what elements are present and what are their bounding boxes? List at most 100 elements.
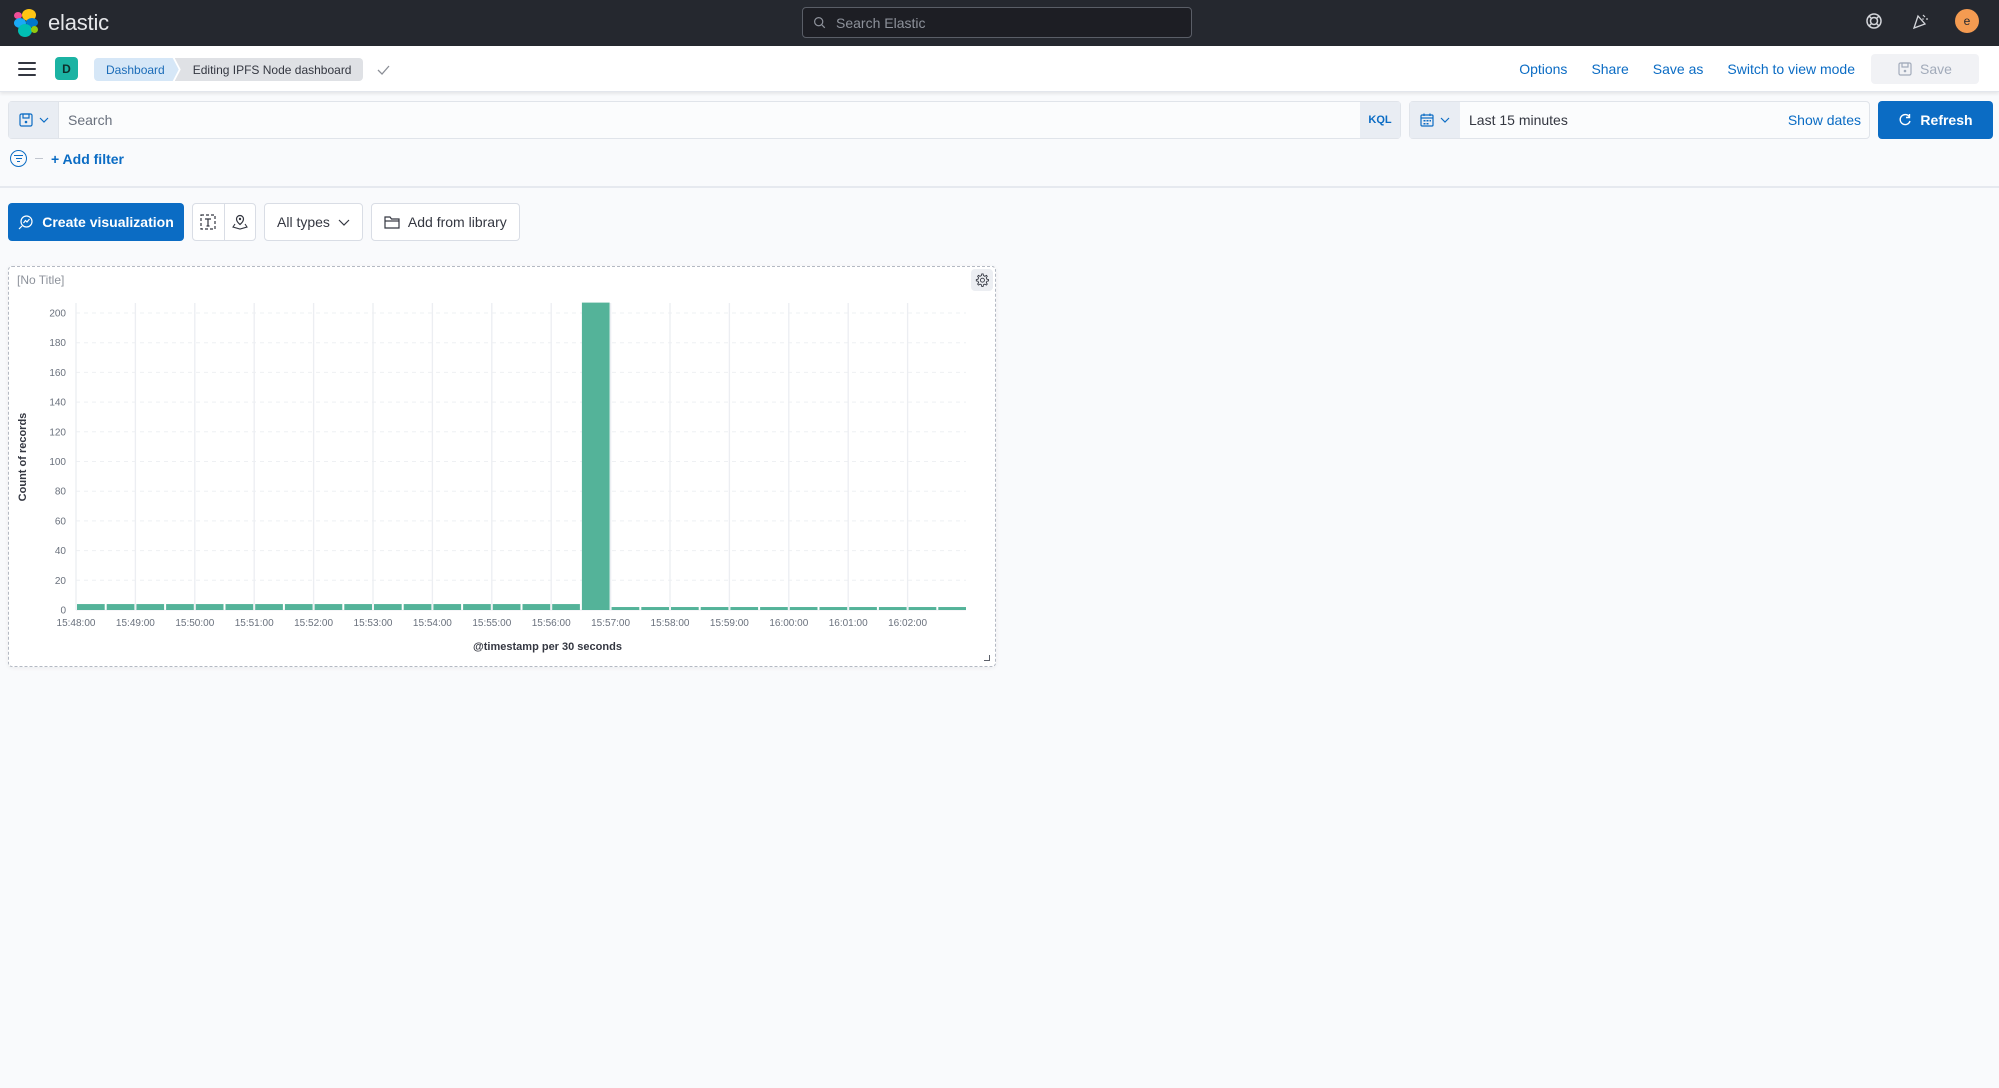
- bar: [195, 604, 224, 610]
- bar: [552, 604, 580, 610]
- global-header: elastic Search Elastic e: [0, 0, 1999, 46]
- y-tick-label: 140: [49, 398, 66, 409]
- bar: [344, 604, 372, 610]
- add-text-button[interactable]: [193, 204, 224, 240]
- bar: [611, 607, 640, 610]
- bar: [819, 607, 848, 610]
- chevron-down-icon: [39, 117, 48, 123]
- x-tick-label: 16:01:00: [829, 618, 868, 629]
- calendar-icon: [1420, 113, 1434, 127]
- y-tick-label: 160: [49, 368, 66, 379]
- folder-icon: [384, 216, 400, 229]
- add-from-library-button[interactable]: Add from library: [370, 203, 520, 241]
- filter-divider: [35, 158, 43, 159]
- x-tick-label: 15:58:00: [651, 618, 690, 629]
- bar: [522, 604, 551, 610]
- gear-icon: [975, 273, 989, 287]
- save-button[interactable]: Save: [1871, 54, 1979, 84]
- create-visualization-label: Create visualization: [42, 214, 174, 230]
- save-icon: [1898, 62, 1912, 76]
- y-tick-label: 20: [55, 576, 67, 587]
- add-map-button[interactable]: [223, 204, 256, 240]
- save-as-button[interactable]: Save as: [1641, 54, 1716, 84]
- x-tick-label: 15:49:00: [116, 618, 155, 629]
- y-tick-label: 100: [49, 457, 66, 468]
- save-label: Save: [1920, 61, 1952, 77]
- map-marker-icon: [231, 214, 248, 230]
- user-avatar[interactable]: e: [1955, 9, 1979, 33]
- x-tick-label: 15:54:00: [413, 618, 452, 629]
- visualize-icon: [18, 215, 33, 230]
- y-tick-label: 120: [49, 427, 66, 438]
- save-icon: [18, 113, 33, 127]
- x-tick-label: 15:52:00: [294, 618, 333, 629]
- x-tick-label: 15:55:00: [472, 618, 511, 629]
- x-tick-label: 15:51:00: [235, 618, 274, 629]
- global-search-input[interactable]: Search Elastic: [802, 7, 1192, 38]
- brand-name: elastic: [48, 10, 109, 35]
- time-range-label[interactable]: Last 15 minutes: [1460, 102, 1788, 138]
- y-tick-label: 60: [55, 516, 67, 527]
- filter-menu-icon[interactable]: [10, 150, 27, 167]
- bar: [938, 607, 966, 610]
- menu-icon[interactable]: [16, 59, 38, 79]
- date-picker: Last 15 minutes Show dates: [1409, 101, 1870, 139]
- bar: [255, 604, 283, 610]
- bar: [433, 604, 462, 610]
- y-tick-label: 80: [55, 487, 67, 498]
- bar: [403, 604, 432, 610]
- bar: [908, 607, 937, 610]
- filter-bar: + Add filter: [10, 150, 124, 167]
- bar: [700, 607, 729, 610]
- x-axis-title: @timestamp per 30 seconds: [473, 641, 622, 653]
- bar: [789, 607, 818, 610]
- x-tick-label: 16:02:00: [888, 618, 927, 629]
- bar: [77, 604, 105, 610]
- saved-query-menu-button[interactable]: [9, 102, 59, 138]
- bar: [166, 604, 194, 610]
- bar: [760, 607, 788, 610]
- bar: [225, 604, 254, 610]
- y-axis-title: Count of records: [17, 413, 29, 502]
- breadcrumb-current: Editing IPFS Node dashboard: [174, 58, 364, 81]
- space-avatar[interactable]: D: [55, 57, 78, 80]
- chevron-down-icon: [1440, 117, 1450, 123]
- bar: [314, 604, 343, 610]
- x-tick-label: 15:50:00: [175, 618, 214, 629]
- bar: [730, 607, 759, 610]
- visualization-panel[interactable]: 0 20 40 60 80 100 120 140 160 180 200 15:48:00 15:49…: [8, 266, 996, 667]
- bar: [878, 607, 907, 610]
- panel-options-button[interactable]: [971, 269, 993, 291]
- all-types-dropdown[interactable]: All types: [264, 203, 363, 241]
- text-icon: [200, 214, 216, 230]
- elastic-logo[interactable]: elastic: [14, 9, 109, 37]
- options-button[interactable]: Options: [1507, 54, 1579, 84]
- breadcrumb-dashboard[interactable]: Dashboard: [94, 58, 179, 81]
- resize-handle[interactable]: [984, 655, 990, 661]
- quick-select-button[interactable]: [1410, 102, 1460, 138]
- breadcrumb: Dashboard Editing IPFS Node dashboard: [94, 58, 364, 81]
- elastic-logo-icon: [14, 9, 40, 37]
- x-tick-label: 15:57:00: [591, 618, 630, 629]
- share-button[interactable]: Share: [1579, 54, 1640, 84]
- y-tick-label: 180: [49, 338, 66, 349]
- switch-to-view-mode-button[interactable]: Switch to view mode: [1715, 54, 1867, 84]
- show-dates-button[interactable]: Show dates: [1788, 102, 1869, 138]
- create-visualization-button[interactable]: Create visualization: [8, 203, 184, 241]
- search-input[interactable]: [59, 102, 1360, 138]
- newsfeed-icon[interactable]: [1909, 10, 1931, 32]
- y-tick-label: 40: [55, 546, 67, 557]
- kql-language-toggle[interactable]: KQL: [1360, 102, 1400, 138]
- add-from-library-label: Add from library: [407, 214, 507, 230]
- header-divider: [0, 186, 1999, 188]
- all-types-label: All types: [277, 214, 330, 230]
- bar: [641, 607, 669, 610]
- help-icon[interactable]: [1863, 10, 1885, 32]
- bar: [492, 604, 521, 610]
- y-tick-label: 0: [60, 606, 66, 617]
- add-filter-button[interactable]: + Add filter: [51, 151, 124, 167]
- bar: [106, 604, 135, 610]
- quick-add-group: [192, 203, 256, 241]
- refresh-button[interactable]: Refresh: [1878, 101, 1993, 139]
- bar: [671, 607, 699, 610]
